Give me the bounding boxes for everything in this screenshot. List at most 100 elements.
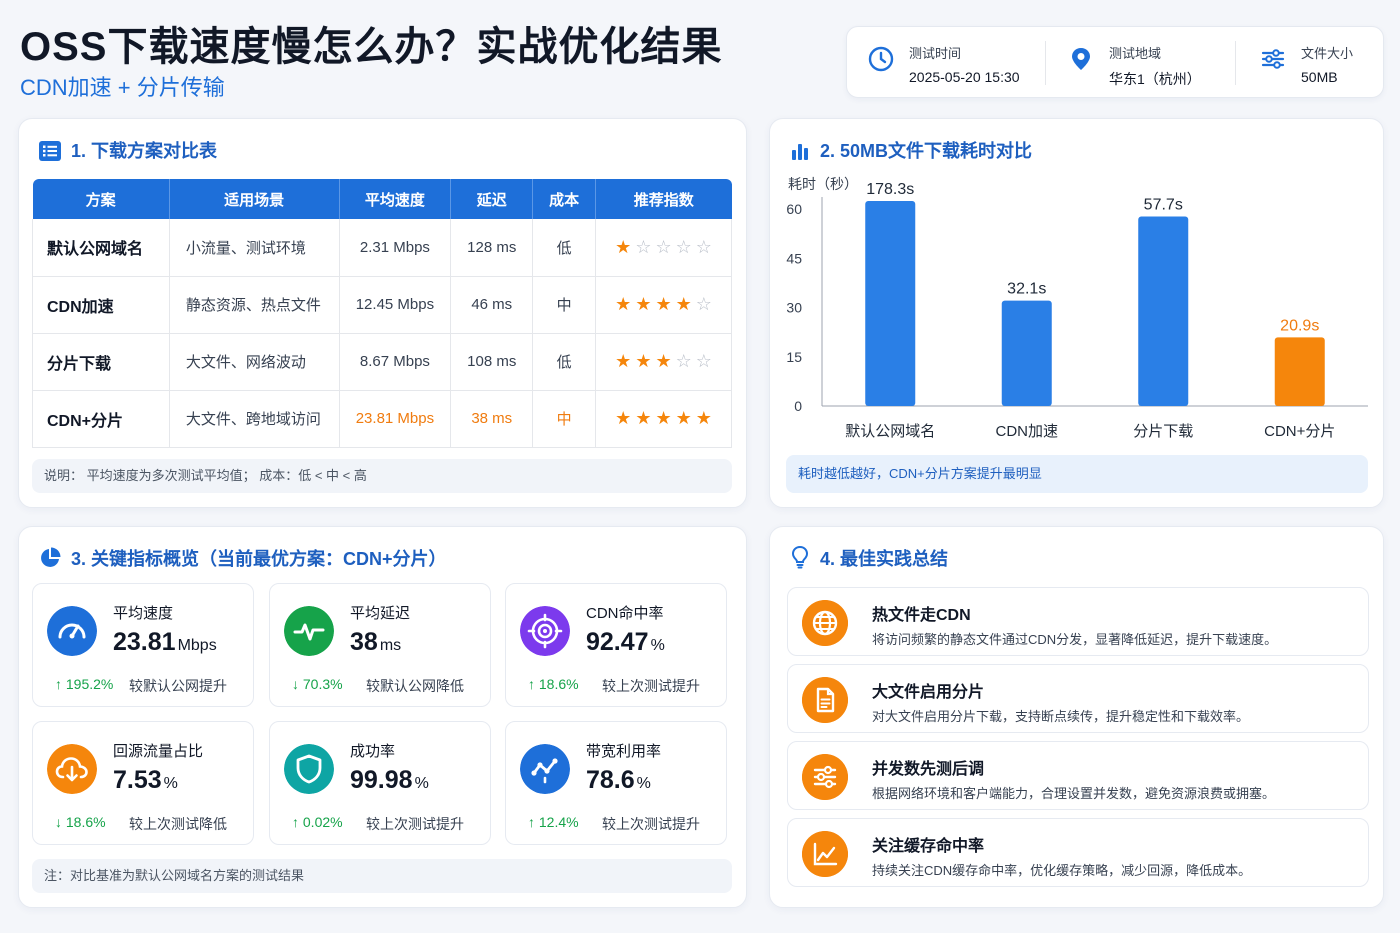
meta-value: 50MB [1301,69,1338,85]
kpi-number: 38 [350,628,378,656]
kpi-card: 成功率 99.98% ↑ 0.02% 较上次测试提升 [269,721,491,845]
kpi-label: 成功率 [350,743,396,760]
bar-value-label: 178.3s [866,181,914,198]
sliders-icon [802,754,848,800]
practice-title: 关注缓存命中率 [872,838,985,855]
star-filled-icon: ★ [615,294,632,314]
plan-name: 分片下载 [32,333,170,391]
shield-icon [284,744,334,794]
card-title: 3. 关键指标概览（当前最优方案：CDN+分片） [39,545,447,571]
kpi-change-desc: 较上次测试提升 [602,678,700,694]
card-title-text: 1. 下载方案对比表 [71,141,218,161]
kpi-change: ↑ 195.2% [55,676,114,692]
bar [1001,300,1052,406]
table-row: 分片下载 大文件、网络波动 8.67 Mbps 108 ms 低 ★ ★ ★ ☆ ☆ [32,333,732,391]
pulse-icon [284,606,334,656]
cloud-download-icon [47,744,97,794]
column-header: 推荐指数 [595,179,732,219]
meta-value: 华东1（杭州） [1109,71,1201,87]
kpi-note: 注：对比基准为默认公网域名方案的测试结果 [32,859,732,893]
plan-speed: 8.67 Mbps [339,333,452,391]
kpi-unit: % [650,637,665,654]
star-filled-icon: ★ [615,408,632,428]
best-practice-item: 热文件走CDN 将访问频繁的静态文件通过CDN分发，显著降低延迟，提升下载速度。 [787,587,1369,656]
kpi-label: CDN命中率 [586,605,664,622]
practice-desc: 对大文件启用分片下载，支持断点续传，提升稳定性和下载效率。 [872,709,1250,724]
y-tick-label: 15 [786,349,802,365]
y-tick-label: 45 [786,250,802,266]
plan-cost: 中 [532,390,597,448]
card-title-text: 4. 最佳实践总结 [820,549,949,569]
x-tick-label: 分片下载 [1133,423,1193,440]
document-icon [802,677,848,723]
kpi-unit: Mbps [177,637,217,654]
kpi-change-desc: 较默认公网提升 [129,678,227,694]
practice-desc: 根据网络环境和客户端能力，合理设置并发数，避免资源浪费或拥塞。 [872,786,1276,801]
star-empty-icon: ☆ [675,236,692,257]
practice-title: 热文件走CDN [872,607,971,624]
kpi-change-desc: 较上次测试降低 [129,816,227,832]
plan-latency: 108 ms [450,333,534,391]
star-empty-icon: ☆ [675,351,692,371]
star-empty-icon: ☆ [695,351,712,371]
kpi-unit: ms [379,637,402,654]
kpi-number: 92.47 [586,628,649,656]
plan-name: CDN+分片 [32,390,170,448]
download-time-bar-chart: 耗时（秒） 60 45 30 15 0 178.3s 默认公网域名 32.1s CDN加速 57.7… [786,176,1368,440]
plan-cost: 中 [532,276,597,334]
pie-chart-icon [41,547,61,567]
kpi-card: 回源流量占比 7.53% ↓ 18.6% 较上次测试降低 [32,721,254,845]
kpi-overview-card: 3. 关键指标概览（当前最优方案：CDN+分片） 平均速度 23.81 Mbps ↑ … [18,526,747,908]
star-filled-icon: ★ [635,351,652,371]
x-tick-label: CDN加速 [996,423,1059,440]
star-filled-icon: ★ [695,408,712,428]
page-subtitle: CDN加速 + 分片传输 [20,75,225,100]
kpi-unit: % [414,775,429,792]
kpi-number: 23.81 [113,628,176,656]
line-chart-icon [802,831,848,877]
bar [1138,216,1189,406]
card-title: 4. 最佳实践总结 [790,545,948,571]
table-header-row: 方案 适用场景 平均速度 延迟 成本 推荐指数 [32,179,732,219]
plan-speed: 2.31 Mbps [339,219,452,277]
kpi-card: 平均延迟 38 ms ↓ 70.3% 较默认公网降低 [269,583,491,707]
kpi-label: 平均延迟 [350,605,411,622]
star-filled-icon: ★ [655,351,672,371]
kpi-change: ↑ 0.02% [292,814,343,830]
meta-label: 测试地域 [1109,46,1162,61]
kpi-value: 92.47% [586,628,665,657]
best-practice-card: 4. 最佳实践总结 热文件走CDN 将访问频繁的静态文件通过CDN分发，显著降低延… [769,526,1384,908]
kpi-change-desc: 较上次测试提升 [602,816,700,832]
recommend-stars: ★ ★ ★ ★ ☆ [595,276,732,334]
meta-divider [1235,41,1236,85]
column-header: 方案 [32,179,170,219]
star-filled-icon: ★ [615,236,632,257]
recommend-stars: ★ ☆ ☆ ☆ ☆ [595,219,732,277]
plan-name: CDN加速 [32,276,170,334]
plan-scene: 大文件、跨地域访问 [169,390,340,448]
kpi-card: 带宽利用率 78.6% ↑ 12.4% 较上次测试提升 [505,721,727,845]
kpi-label: 带宽利用率 [586,743,662,760]
kpi-label: 平均速度 [113,605,174,622]
kpi-value: 99.98% [350,766,429,795]
kpi-card: CDN命中率 92.47% ↑ 18.6% 较上次测试提升 [505,583,727,707]
star-empty-icon: ☆ [695,294,712,314]
kpi-value: 23.81 Mbps [113,628,217,657]
table-row: CDN加速 静态资源、热点文件 12.45 Mbps 46 ms 中 ★ ★ ★ ★ ☆ [32,276,732,334]
kpi-card: 平均速度 23.81 Mbps ↑ 195.2% 较默认公网提升 [32,583,254,707]
best-practice-item: 并发数先测后调 根据网络环境和客户端能力，合理设置并发数，避免资源浪费或拥塞。 [787,741,1369,810]
kpi-change: ↑ 18.6% [528,676,579,692]
comparison-table: 方案 适用场景 平均速度 延迟 成本 推荐指数 默认公网域名 小流量、测试环境 … [32,179,732,448]
chart-note: 耗时越低越好，CDN+分片方案提升最明显 [786,455,1368,493]
plan-speed: 12.45 Mbps [339,276,452,334]
kpi-change: ↓ 70.3% [292,676,343,692]
star-filled-icon: ★ [615,351,632,371]
plan-name: 默认公网域名 [32,219,170,277]
kpi-label: 回源流量占比 [113,743,204,760]
kpi-value: 38 ms [350,628,401,657]
star-filled-icon: ★ [675,294,692,314]
sliders-icon [1261,49,1285,69]
meta-value: 2025-05-20 15:30 [909,69,1020,85]
kpi-number: 78.6 [586,766,635,794]
target-icon [520,606,570,656]
